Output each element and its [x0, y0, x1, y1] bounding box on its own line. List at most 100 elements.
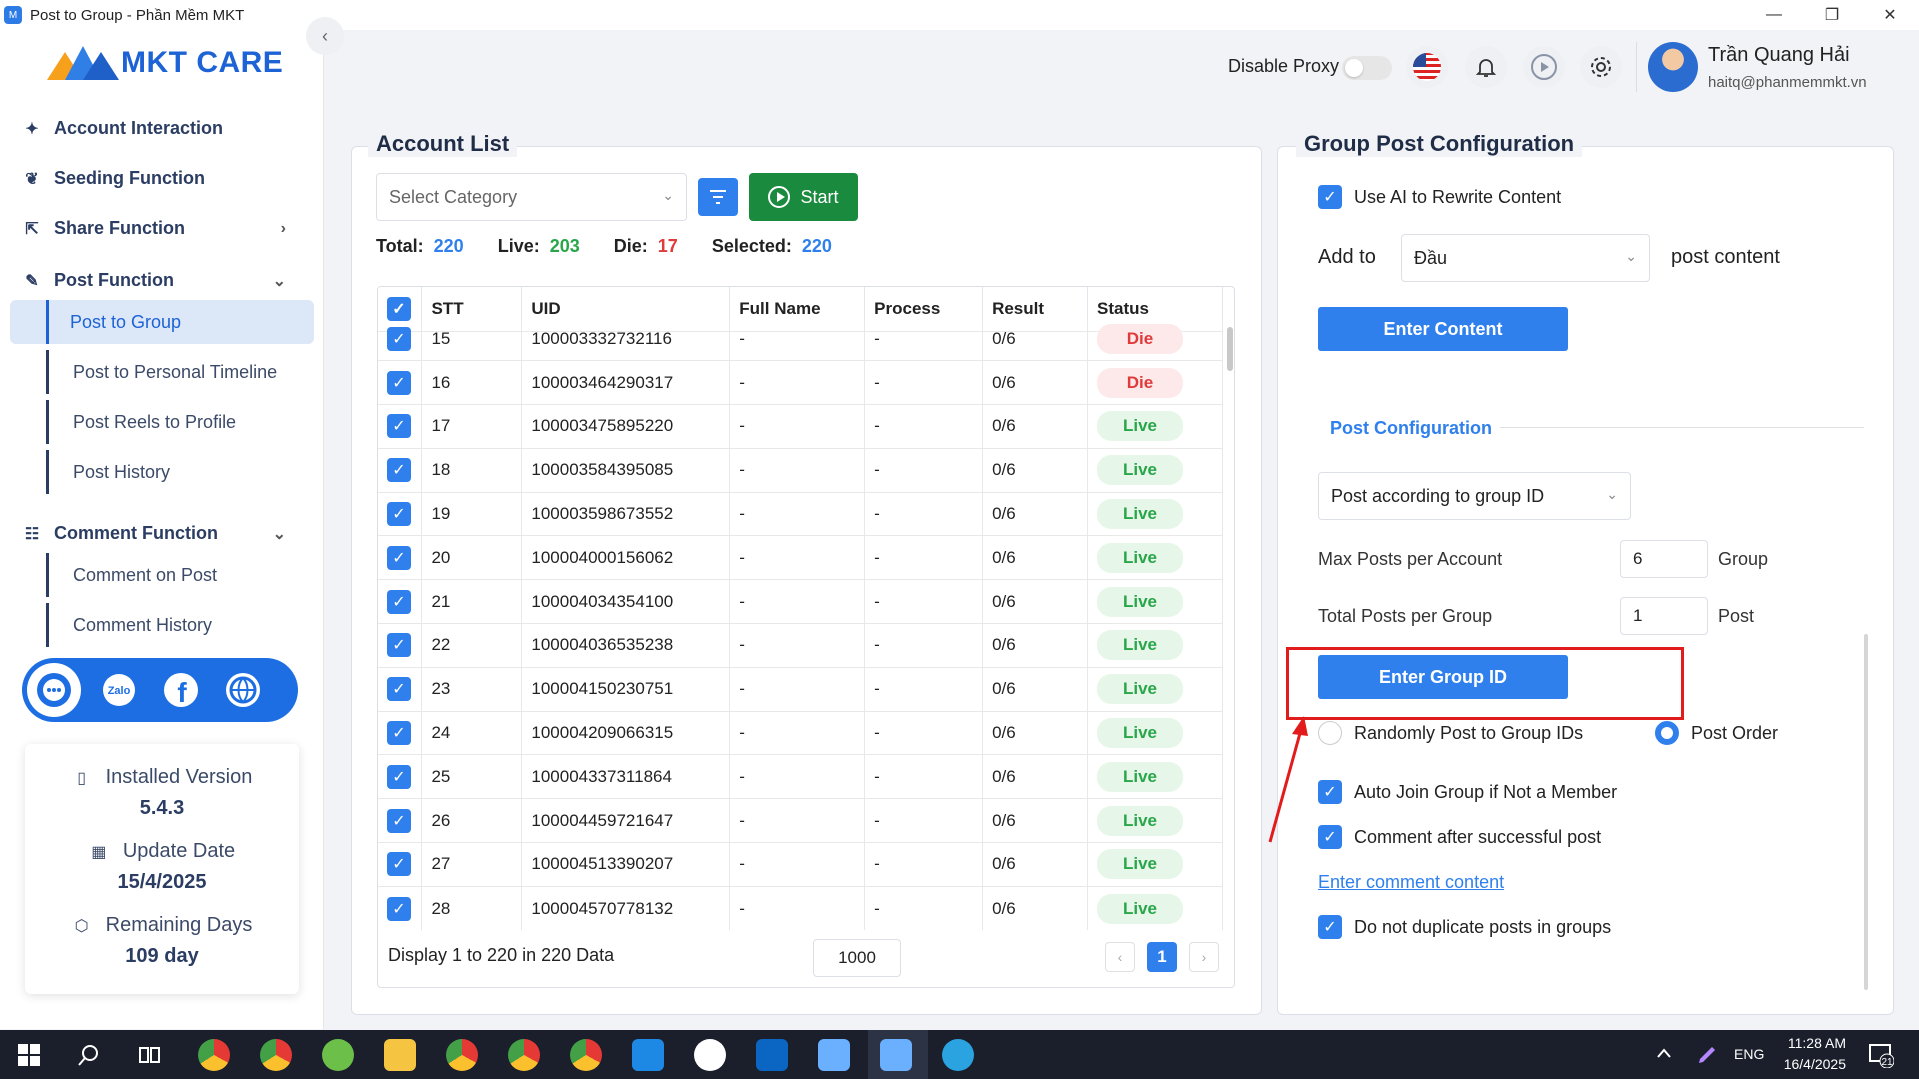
language-indicator[interactable]: ENG: [1734, 1046, 1764, 1062]
app-icon[interactable]: [322, 1039, 354, 1071]
search-icon[interactable]: [78, 1044, 100, 1066]
use-ai-checkbox[interactable]: ✓: [1318, 185, 1342, 209]
proxy-toggle[interactable]: [1342, 56, 1392, 80]
zalo-icon[interactable]: Zalo: [95, 666, 143, 714]
enter-comment-link[interactable]: Enter comment content: [1318, 872, 1504, 893]
tray-chevron-up-icon[interactable]: [1656, 1047, 1672, 1059]
pen-icon[interactable]: [1696, 1044, 1718, 1066]
table-row[interactable]: ✓ 27 100004513390207- -0/6 Live: [378, 842, 1223, 887]
app-icon[interactable]: [756, 1039, 788, 1071]
nav-share-function[interactable]: ⇱ Share Function ›: [22, 218, 312, 239]
row-checkbox[interactable]: ✓: [387, 545, 411, 570]
prev-page-button[interactable]: ‹: [1105, 942, 1135, 972]
telegram-icon[interactable]: [942, 1039, 974, 1071]
post-order-radio[interactable]: Post Order: [1655, 721, 1778, 745]
comment-after-checkbox[interactable]: ✓: [1318, 825, 1342, 849]
chrome-icon[interactable]: [446, 1039, 478, 1071]
avatar[interactable]: [1648, 42, 1698, 92]
notification-center-icon[interactable]: 21: [1868, 1042, 1894, 1068]
total-posts-input[interactable]: 1: [1620, 597, 1708, 635]
max-posts-input[interactable]: 6: [1620, 540, 1708, 578]
website-icon[interactable]: [219, 666, 267, 714]
maximize-button[interactable]: ❐: [1803, 0, 1861, 30]
chrome-icon[interactable]: [570, 1039, 602, 1071]
sidebar-item-comment-history[interactable]: Comment History: [46, 603, 314, 647]
language-flag-icon[interactable]: [1406, 46, 1448, 88]
nav-account-interaction[interactable]: ✦ Account Interaction: [22, 118, 312, 139]
config-scrollbar[interactable]: [1864, 634, 1868, 990]
table-row[interactable]: ✓ 26 100004459721647- -0/6 Live: [378, 798, 1223, 843]
table-row[interactable]: ✓ 23 100004150230751- -0/6 Live: [378, 666, 1223, 712]
cell-result: 0/6: [982, 491, 1088, 536]
cell-uid: 100003464290317: [521, 360, 731, 405]
sidebar-item-post-to-personal-timeline[interactable]: Post to Personal Timeline: [46, 350, 314, 394]
nav-post-function[interactable]: ✎ Post Function ⌄: [22, 270, 312, 291]
sidebar-item-comment-on-post[interactable]: Comment on Post: [46, 553, 314, 597]
chrome-icon[interactable]: [508, 1039, 540, 1071]
row-checkbox[interactable]: ✓: [387, 764, 411, 789]
table-row[interactable]: ✓ 24 100004209066315- -0/6 Live: [378, 710, 1223, 755]
play-tutorial-icon[interactable]: [1523, 46, 1565, 88]
no-duplicate-checkbox[interactable]: ✓: [1318, 915, 1342, 939]
enter-content-button[interactable]: Enter Content: [1318, 307, 1568, 351]
auto-join-checkbox[interactable]: ✓: [1318, 780, 1342, 804]
clock-time[interactable]: 11:28 AM: [1780, 1035, 1846, 1051]
windows-start-icon[interactable]: [18, 1044, 40, 1066]
table-row[interactable]: ✓ 25 100004337311864- -0/6 Live: [378, 754, 1223, 799]
sidebar-item-post-reels-to-profile[interactable]: Post Reels to Profile: [46, 400, 314, 444]
close-button[interactable]: ✕: [1861, 0, 1919, 30]
mkt-care-icon[interactable]: [880, 1039, 912, 1071]
add-to-select[interactable]: Đầu ⌄: [1401, 234, 1650, 282]
row-checkbox[interactable]: ✓: [387, 896, 411, 921]
facebook-icon[interactable]: f: [157, 666, 205, 714]
filter-button[interactable]: [698, 178, 738, 216]
row-checkbox[interactable]: ✓: [387, 677, 411, 702]
start-button[interactable]: Start: [749, 173, 858, 221]
support-icon[interactable]: [27, 663, 81, 717]
row-checkbox[interactable]: ✓: [387, 808, 411, 833]
random-group-radio[interactable]: Randomly Post to Group IDs: [1318, 721, 1583, 745]
clock-date[interactable]: 16/4/2025: [1780, 1056, 1846, 1072]
nav-comment-function[interactable]: ☷ Comment Function ⌄: [22, 523, 312, 544]
nav-seeding-function[interactable]: ❦ Seeding Function: [22, 168, 312, 189]
table-row[interactable]: ✓ 17 100003475895220- -0/6 Live: [378, 404, 1223, 449]
remote-desktop-icon[interactable]: [632, 1039, 664, 1071]
minimize-button[interactable]: —: [1745, 0, 1803, 30]
cell-result: 0/6: [982, 885, 1088, 931]
table-row[interactable]: ✓ 15 100003332732116- -0/6 Die: [378, 316, 1223, 361]
mkt-app-icon[interactable]: [818, 1039, 850, 1071]
cell-stt: 18: [421, 447, 523, 493]
page-size-input[interactable]: 1000: [813, 939, 901, 977]
row-checkbox[interactable]: ✓: [387, 326, 411, 351]
row-checkbox[interactable]: ✓: [387, 633, 411, 658]
next-page-button[interactable]: ›: [1189, 942, 1219, 972]
category-select[interactable]: Select Category ⌄: [376, 173, 687, 221]
table-scrollbar[interactable]: [1226, 327, 1234, 987]
table-row[interactable]: ✓ 19 100003598673552- -0/6 Live: [378, 491, 1223, 536]
table-row[interactable]: ✓ 16 100003464290317- -0/6 Die: [378, 360, 1223, 405]
post-mode-select[interactable]: Post according to group ID ⌄: [1318, 472, 1631, 520]
row-checkbox[interactable]: ✓: [387, 370, 411, 395]
table-row[interactable]: ✓ 28 100004570778132- -0/6 Live: [378, 885, 1223, 931]
task-view-icon[interactable]: [138, 1044, 162, 1066]
file-explorer-icon[interactable]: [384, 1039, 416, 1071]
settings-gear-icon[interactable]: [1580, 46, 1622, 88]
chrome-icon[interactable]: [260, 1039, 292, 1071]
row-checkbox[interactable]: ✓: [387, 414, 411, 439]
row-checkbox[interactable]: ✓: [387, 721, 411, 746]
table-row[interactable]: ✓ 18 100003584395085- -0/6 Live: [378, 447, 1223, 493]
row-checkbox[interactable]: ✓: [387, 589, 411, 614]
row-checkbox[interactable]: ✓: [387, 852, 411, 877]
page-button-current[interactable]: 1: [1147, 942, 1177, 972]
row-checkbox[interactable]: ✓: [387, 502, 411, 527]
table-row[interactable]: ✓ 21 100004034354100- -0/6 Live: [378, 579, 1223, 624]
sidebar-item-post-history[interactable]: Post History: [46, 450, 314, 494]
row-checkbox[interactable]: ✓: [387, 458, 411, 483]
sidebar-item-post-to-group[interactable]: Post to Group: [10, 300, 314, 344]
notification-bell-icon[interactable]: [1465, 46, 1507, 88]
chrome-icon[interactable]: [198, 1039, 230, 1071]
table-row[interactable]: ✓ 22 100004036535238- -0/6 Live: [378, 623, 1223, 668]
collapse-sidebar-button[interactable]: ‹: [306, 17, 344, 55]
table-row[interactable]: ✓ 20 100004000156062- -0/6 Live: [378, 535, 1223, 580]
zalo-icon[interactable]: [694, 1039, 726, 1071]
